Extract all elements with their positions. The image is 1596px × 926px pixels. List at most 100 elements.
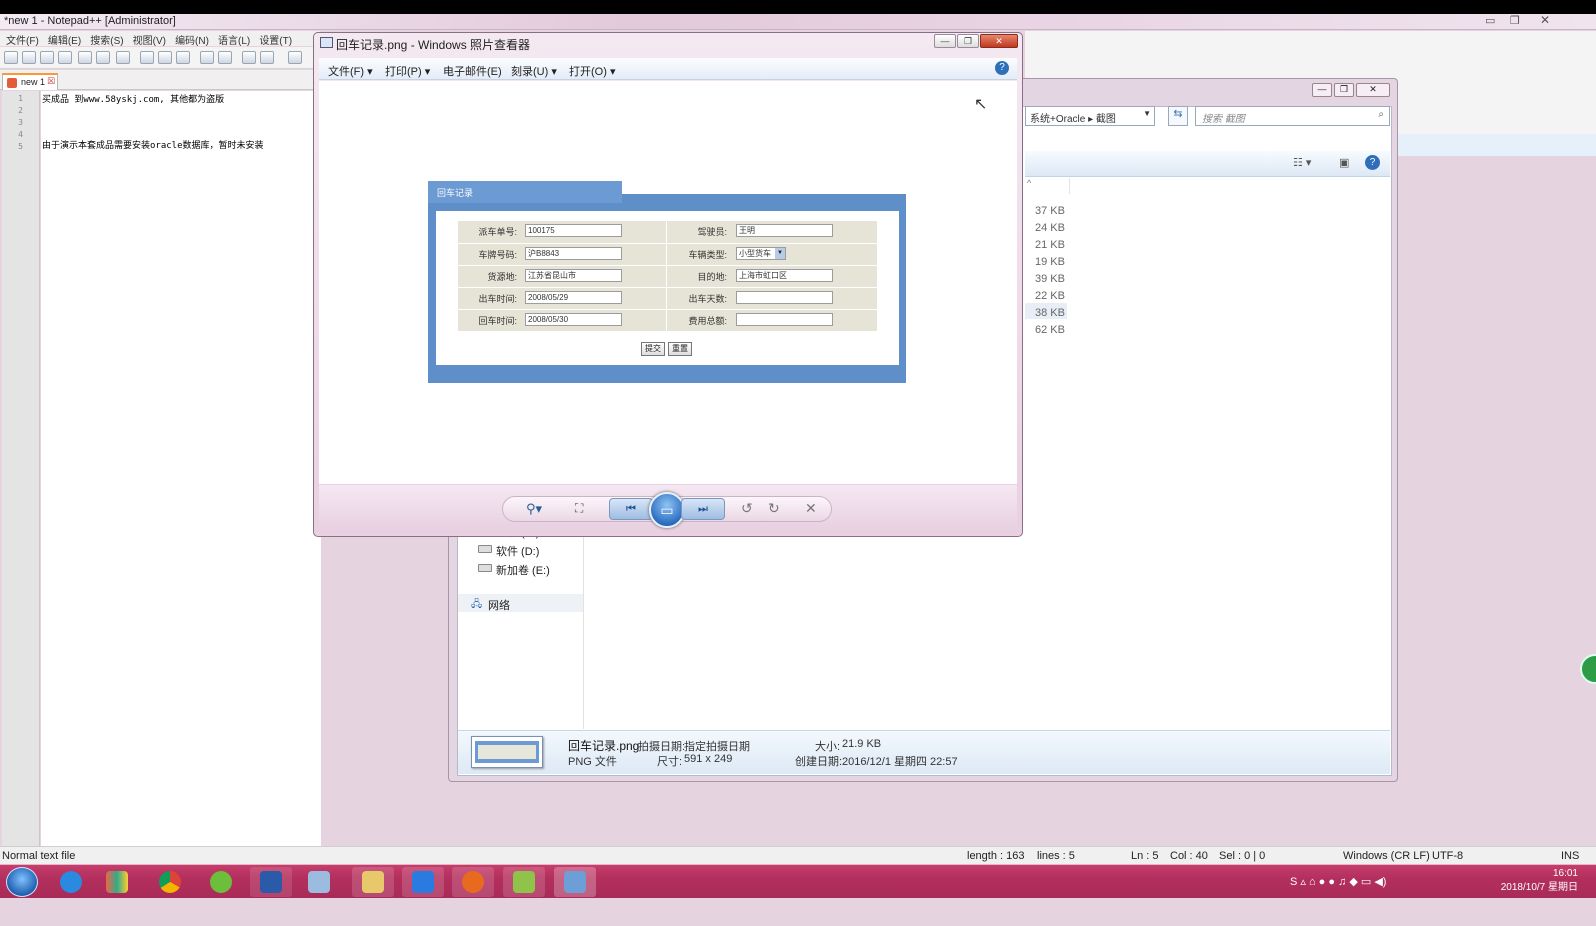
zoom-icon[interactable] — [288, 51, 302, 64]
copy-icon[interactable] — [158, 51, 172, 64]
form-field: 100175 — [525, 224, 622, 237]
clock[interactable]: 16:01 2018/10/7 星期日 — [1501, 867, 1578, 895]
viewer-maximize-icon[interactable]: ❐ — [957, 34, 979, 48]
form-submit-button: 提交 — [641, 342, 665, 356]
refresh-icon[interactable]: ⇆ — [1168, 106, 1188, 126]
previous-icon[interactable]: ⏮ — [609, 498, 653, 520]
menu-search[interactable]: 搜索(S) — [90, 32, 123, 47]
viewer-menu-print[interactable]: 打印(P) ▾ — [385, 63, 430, 79]
menu-edit[interactable]: 编辑(E) — [48, 32, 81, 47]
nav-drive-d[interactable]: 软件 (D:) — [496, 543, 539, 559]
nav-drive-e[interactable]: 新加卷 (E:) — [496, 562, 550, 578]
actual-size-icon[interactable]: ⛶ — [575, 501, 583, 516]
detail-filename: 回车记录.png — [568, 739, 640, 753]
undo-icon[interactable] — [200, 51, 214, 64]
taskbar: S ▵ ⌂ ● ● ♫ ◆ ▭ ◀) 16:01 2018/10/7 星期日 — [0, 864, 1596, 898]
preview-pane-icon[interactable]: ▣ — [1339, 156, 1349, 169]
explorer-maximize-icon[interactable]: ❐ — [1334, 83, 1354, 97]
find-icon[interactable] — [242, 51, 256, 64]
viewer-menu-open[interactable]: 打开(O) ▾ — [569, 63, 615, 79]
taskbar-app4[interactable] — [200, 867, 242, 897]
taskbar-app6[interactable] — [298, 867, 340, 897]
start-button[interactable] — [6, 867, 38, 897]
code-line: 买成品 到www.58yskj.com, 其他都为盗版 — [42, 95, 225, 105]
form-field — [736, 291, 833, 304]
viewer-menu-print-label: 打印(P) — [385, 66, 422, 78]
save-icon[interactable] — [40, 51, 54, 64]
explorer-close-icon[interactable]: ✕ — [1356, 83, 1390, 97]
form-reset-button: 重置 — [668, 342, 692, 356]
viewer-menu-open-label: 打开(O) — [569, 66, 607, 78]
search-input[interactable]: 搜索 截图 ⌕ — [1195, 106, 1390, 126]
close-icon[interactable]: ✕ — [1540, 14, 1550, 27]
taskbar-ie[interactable] — [50, 867, 92, 897]
tab-close-icon[interactable]: ☒ — [47, 76, 55, 87]
viewer-menu-email[interactable]: 电子邮件(E) — [443, 63, 502, 79]
form-field: 2008/05/29 — [525, 291, 622, 304]
slideshow-icon[interactable]: ▭ — [649, 492, 685, 528]
side-widget-icon[interactable] — [1580, 654, 1596, 684]
minimize-icon[interactable]: ▭ — [1485, 14, 1495, 27]
app-icon — [106, 871, 128, 893]
taskbar-photo-viewer[interactable] — [554, 867, 596, 897]
detail-created-value: 2016/12/1 星期四 22:57 — [842, 756, 958, 768]
viewer-help-icon[interactable]: ? — [995, 61, 1009, 75]
explorer-minimize-icon[interactable]: — — [1312, 83, 1332, 97]
delete-icon[interactable]: ✕ — [805, 500, 817, 517]
print-icon[interactable] — [116, 51, 130, 64]
view-options-icon[interactable]: ☷ ▾ — [1293, 156, 1311, 169]
column-header[interactable]: ^ — [1025, 178, 1070, 194]
line-number: 2 — [18, 106, 23, 115]
app-icon — [308, 871, 330, 893]
menu-encoding[interactable]: 编码(N) — [175, 32, 209, 47]
nav-network-row[interactable]: 🖧 网络 — [458, 594, 583, 612]
viewer-menu-burn[interactable]: 刻录(U) ▾ — [511, 63, 557, 79]
chevron-down-icon[interactable]: ▼ — [1143, 109, 1151, 118]
tab-new1[interactable]: new 1 ☒ — [2, 73, 58, 90]
close-all-icon[interactable] — [96, 51, 110, 64]
drive-e-icon — [478, 564, 492, 572]
maximize-icon[interactable]: ❐ — [1510, 14, 1520, 27]
file-size: 62 KB — [1035, 324, 1065, 336]
viewer-minimize-icon[interactable]: — — [934, 34, 956, 48]
save-all-icon[interactable] — [58, 51, 72, 64]
notepad-titlebar: *new 1 - Notepad++ [Administrator] ▭ ❐ ✕ — [0, 14, 1596, 30]
rotate-left-icon[interactable]: ↺ — [741, 500, 753, 517]
code-line: 由于演示本套成品需要安装oracle数据库，暂时未安装 — [42, 141, 264, 151]
open-file-icon[interactable] — [22, 51, 36, 64]
cut-icon[interactable] — [140, 51, 154, 64]
editor-area[interactable]: 买成品 到www.58yskj.com, 其他都为盗版 由于演示本套成品需要安装… — [41, 91, 321, 856]
next-icon[interactable]: ⏭ — [681, 498, 725, 520]
menu-file[interactable]: 文件(F) — [6, 32, 39, 47]
taskbar-app2[interactable] — [96, 867, 138, 897]
tray-icons[interactable]: S ▵ ⌂ ● ● ♫ ◆ ▭ ◀) — [1290, 875, 1386, 888]
taskbar-notepadpp[interactable] — [503, 867, 545, 897]
redo-icon[interactable] — [218, 51, 232, 64]
taskbar-app9[interactable] — [452, 867, 494, 897]
form-field: 江苏省昆山市 — [525, 269, 622, 282]
taskbar-explorer[interactable] — [352, 867, 394, 897]
search-icon[interactable]: ⌕ — [1378, 109, 1384, 120]
new-file-icon[interactable] — [4, 51, 18, 64]
status-sel: Sel : 0 | 0 — [1219, 850, 1266, 862]
line-number: 3 — [18, 118, 23, 127]
rotate-right-icon[interactable]: ↻ — [768, 500, 780, 517]
menu-view[interactable]: 视图(V) — [133, 32, 166, 47]
menu-settings[interactable]: 设置(T) — [259, 32, 292, 47]
network-icon: 🖧 — [471, 599, 483, 610]
close-file-icon[interactable] — [78, 51, 92, 64]
chrome-icon — [159, 871, 181, 893]
viewer-menu-file[interactable]: 文件(F) ▾ — [328, 63, 373, 79]
details-pane: 回车记录.png 拍摄日期: 指定拍摄日期 PNG 文件 尺寸: 591 x 2… — [458, 730, 1390, 774]
viewer-close-icon[interactable]: ✕ — [980, 34, 1018, 48]
replace-icon[interactable] — [260, 51, 274, 64]
menu-language[interactable]: 语言(L) — [218, 32, 250, 47]
address-bar[interactable]: 系统+Oracle ▸ 截图 ▼ — [1025, 106, 1155, 126]
zoom-icon[interactable]: ⚲▾ — [526, 501, 542, 517]
file-thumbnail — [471, 736, 543, 768]
help-icon[interactable]: ? — [1365, 155, 1380, 170]
taskbar-app5[interactable] — [250, 867, 292, 897]
paste-icon[interactable] — [176, 51, 190, 64]
taskbar-chrome[interactable] — [149, 867, 191, 897]
taskbar-wps[interactable] — [402, 867, 444, 897]
